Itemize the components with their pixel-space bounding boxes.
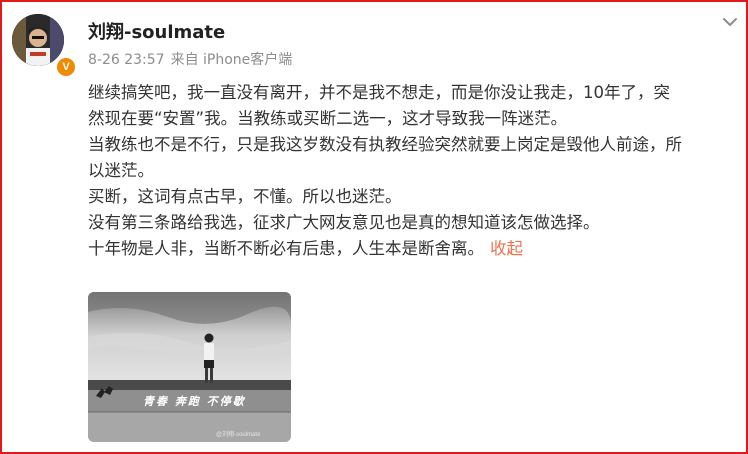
post-text-line: 以迷茫。: [88, 161, 154, 180]
avatar[interactable]: [12, 14, 64, 66]
post-text-line: 继续搞笑吧，我一直没有离开，并不是我不想走，而是你没让我走，10年了，突: [88, 83, 670, 102]
post-text-line: 买断，这词有点古早，不懂。所以也迷茫。: [88, 187, 402, 206]
image-watermark: @刘翔-soulmate: [216, 432, 261, 438]
post-meta: 8-26 23:57 来自 iPhone客户端: [88, 49, 292, 69]
post-text-last: 十年物是人非，当断不断必有后患，人生本是断舍离。: [88, 239, 484, 258]
weibo-post-card: V 刘翔-soulmate 8-26 23:57 来自 iPhone客户端 继续搞…: [0, 0, 748, 454]
post-source: 来自 iPhone客户端: [170, 52, 293, 68]
post-text: 继续搞笑吧，我一直没有离开，并不是我不想走，而是你没让我走，10年了，突 然现在…: [88, 80, 743, 262]
post-image[interactable]: 青春 奔跑 不停歇 @刘翔-soulmate: [88, 292, 291, 442]
image-overlay-text: 青春 奔跑 不停歇: [143, 395, 246, 408]
post-text-line: 当教练也不是不行，只是我这岁数没有执教经验突然就要上岗定是毁他人前途，所: [88, 135, 682, 154]
post-text-line: 没有第三条路给我选，征求广大网友意见也是真的想知道该怎做选择。: [88, 213, 600, 232]
avatar-image: [12, 14, 64, 66]
collapse-link[interactable]: 收起: [490, 239, 523, 258]
post-text-line-last: 十年物是人非，当断不断必有后患，人生本是断舍离。 收起: [88, 236, 743, 262]
post-timestamp[interactable]: 8-26 23:57: [88, 52, 165, 68]
post-photo: [88, 292, 291, 442]
verified-badge-icon: V: [55, 56, 77, 78]
post-text-line: 然现在要“安置”我。当教练或买断二选一，这才导致我一阵迷茫。: [88, 109, 568, 128]
author-name[interactable]: 刘翔-soulmate: [88, 18, 225, 44]
chevron-down-icon[interactable]: [720, 12, 740, 32]
